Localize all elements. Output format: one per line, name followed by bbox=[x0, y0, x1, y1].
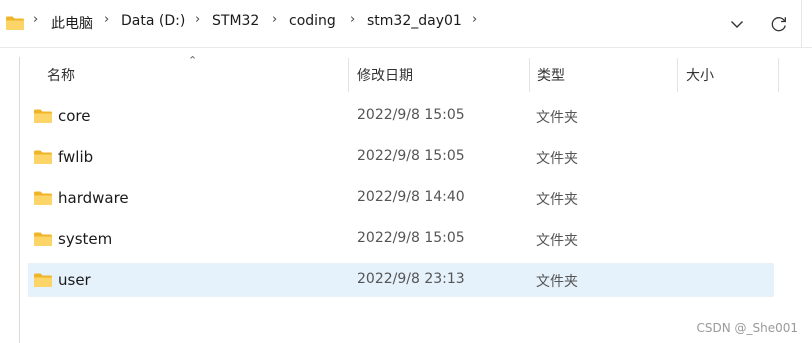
column-divider[interactable] bbox=[348, 58, 349, 92]
address-bar[interactable]: › 此电脑 › Data (D:) › STM32 › coding › stm… bbox=[0, 0, 720, 47]
breadcrumb-item-drive[interactable]: Data (D:) bbox=[121, 13, 185, 29]
file-name[interactable]: fwlib bbox=[58, 148, 93, 166]
modified-date: 2022/9/8 23:13 bbox=[357, 271, 465, 287]
modified-date: 2022/9/8 14:40 bbox=[357, 189, 465, 205]
column-header-size[interactable]: 大小 bbox=[686, 58, 776, 92]
file-type: 文件夹 bbox=[536, 192, 578, 208]
file-explorer-window: › 此电脑 › Data (D:) › STM32 › coding › stm… bbox=[0, 0, 812, 343]
address-history-dropdown[interactable] bbox=[722, 10, 752, 38]
refresh-button[interactable] bbox=[764, 10, 794, 38]
folder-icon bbox=[34, 150, 52, 164]
column-divider[interactable] bbox=[529, 58, 530, 92]
breadcrumb-separator[interactable]: › bbox=[195, 12, 200, 27]
breadcrumb-item-stm32[interactable]: STM32 bbox=[212, 13, 259, 29]
breadcrumb-separator[interactable]: › bbox=[472, 12, 477, 27]
column-header-label: 名称 bbox=[47, 68, 75, 84]
breadcrumb-item-this-pc[interactable]: 此电脑 bbox=[51, 13, 93, 33]
file-name[interactable]: user bbox=[58, 271, 91, 289]
breadcrumb-separator[interactable]: › bbox=[350, 12, 355, 27]
file-row-hardware[interactable]: hardware 2022/9/8 14:40 文件夹 bbox=[28, 181, 774, 215]
breadcrumb-item-current[interactable]: stm32_day01 bbox=[367, 13, 462, 29]
breadcrumb-separator[interactable]: › bbox=[104, 12, 109, 27]
folder-icon bbox=[34, 232, 52, 246]
divider bbox=[801, 0, 802, 47]
file-type: 文件夹 bbox=[536, 110, 578, 126]
refresh-icon bbox=[771, 17, 786, 32]
column-header-date[interactable]: 修改日期 bbox=[357, 58, 527, 92]
divider bbox=[0, 47, 812, 48]
folder-icon bbox=[34, 109, 52, 123]
pane-divider[interactable] bbox=[19, 57, 20, 343]
column-divider[interactable] bbox=[778, 58, 779, 92]
column-header-name[interactable]: 名称 bbox=[47, 58, 347, 92]
breadcrumb-separator[interactable]: › bbox=[272, 12, 277, 27]
file-type: 文件夹 bbox=[536, 233, 578, 249]
column-header-label: 修改日期 bbox=[357, 68, 413, 84]
file-row-fwlib[interactable]: fwlib 2022/9/8 15:05 文件夹 bbox=[28, 140, 774, 174]
folder-icon bbox=[6, 16, 24, 30]
modified-date: 2022/9/8 15:05 bbox=[357, 148, 465, 164]
column-divider[interactable] bbox=[677, 58, 678, 92]
breadcrumb-separator[interactable]: › bbox=[33, 12, 38, 27]
file-name[interactable]: hardware bbox=[58, 189, 129, 207]
file-name[interactable]: core bbox=[58, 107, 91, 125]
modified-date: 2022/9/8 15:05 bbox=[357, 230, 465, 246]
chevron-down-icon bbox=[731, 21, 743, 28]
column-header-label: 大小 bbox=[686, 68, 714, 84]
column-header-type[interactable]: 类型 bbox=[537, 58, 675, 92]
column-header-label: 类型 bbox=[537, 68, 565, 84]
file-type: 文件夹 bbox=[536, 274, 578, 290]
file-row-system[interactable]: system 2022/9/8 15:05 文件夹 bbox=[28, 222, 774, 256]
file-name[interactable]: system bbox=[58, 230, 112, 248]
folder-icon bbox=[34, 273, 52, 287]
file-type: 文件夹 bbox=[536, 151, 578, 167]
breadcrumb-item-coding[interactable]: coding bbox=[289, 13, 336, 29]
watermark: CSDN @_She001 bbox=[696, 321, 798, 335]
modified-date: 2022/9/8 15:05 bbox=[357, 107, 465, 123]
file-row-core[interactable]: core 2022/9/8 15:05 文件夹 bbox=[28, 99, 774, 133]
file-row-user[interactable]: user 2022/9/8 23:13 文件夹 bbox=[28, 263, 774, 297]
folder-icon bbox=[34, 191, 52, 205]
